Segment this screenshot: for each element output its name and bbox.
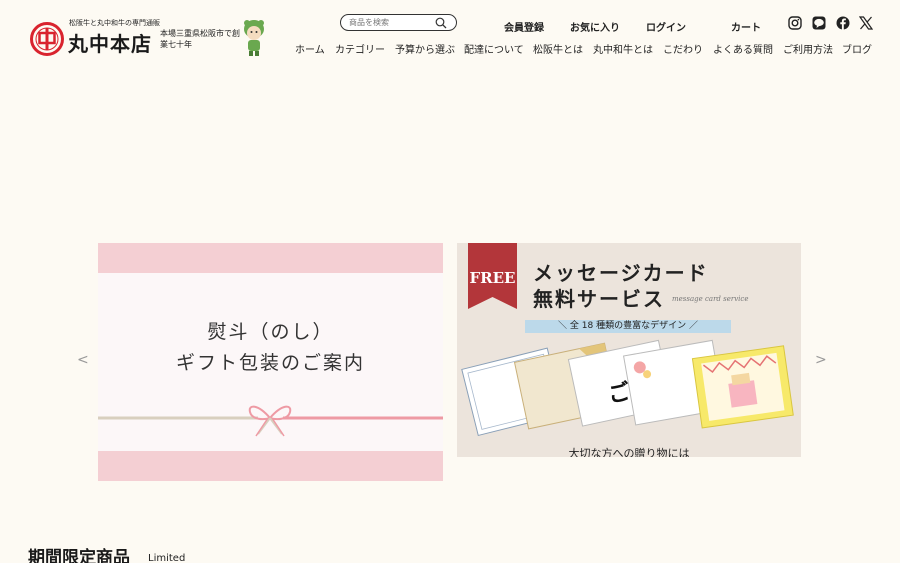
nav-home[interactable]: ホーム: [295, 41, 325, 56]
mascot-icon: [244, 20, 264, 56]
mizuhiki-ribbon-icon: [98, 405, 443, 437]
logo-tagline: 松阪牛と丸中和牛の専門通販: [69, 19, 160, 27]
noshi-title: 熨斗（のし）: [207, 321, 334, 343]
free-service-title: 無料サービス: [533, 287, 665, 311]
gift-wrap-title: ギフト包装のご案内: [175, 352, 365, 374]
banner-band-bottom: [98, 451, 443, 481]
script-subtitle: message card service: [672, 295, 749, 303]
register-link[interactable]: 会員登録: [504, 19, 544, 34]
banner-band-top: [98, 243, 443, 273]
nav-blog[interactable]: ブログ: [842, 41, 872, 56]
slide-noshi-banner[interactable]: 熨斗（のし） ギフト包装のご案内: [98, 243, 443, 481]
x-icon[interactable]: [859, 16, 873, 30]
slide-message-card-banner[interactable]: FREE メッセージカード 無料サービス message card servic…: [457, 243, 801, 457]
search-box[interactable]: [340, 14, 457, 31]
carousel-prev-button[interactable]: <: [77, 352, 89, 368]
nav-guide[interactable]: ご利用方法: [783, 41, 833, 56]
line-icon[interactable]: [812, 16, 826, 30]
message-cards-illustration: ご祝: [461, 339, 794, 437]
site-logo[interactable]: 松阪牛と丸中和牛の専門通販 丸中本店 本場三重県松阪市で創業七十年: [30, 18, 240, 58]
search-icon[interactable]: [435, 17, 447, 29]
instagram-icon[interactable]: [788, 16, 802, 30]
design-count-text: ＼ 全 18 種類の豊富なデザイン ／: [558, 321, 698, 331]
shop-name: 丸中本店: [68, 32, 152, 56]
facebook-icon[interactable]: [836, 16, 850, 30]
gift-caption: 大切な方への贈り物には: [568, 447, 690, 457]
free-label: FREE: [469, 269, 516, 287]
login-link[interactable]: ログイン: [646, 19, 686, 34]
carousel-next-button[interactable]: >: [815, 352, 827, 368]
logo-seal-icon: [30, 22, 64, 56]
nav-faq[interactable]: よくある質問: [713, 41, 773, 56]
nav-category[interactable]: カテゴリー: [335, 41, 385, 56]
nav-budget[interactable]: 予算から選ぶ: [395, 41, 455, 56]
search-input[interactable]: [349, 16, 434, 29]
message-card-title: メッセージカード: [533, 261, 709, 285]
nav-matsusaka[interactable]: 松阪牛とは: [533, 41, 583, 56]
cart-link[interactable]: カート: [731, 19, 761, 34]
logo-subtitle: 本場三重県松阪市で創業七十年: [160, 29, 240, 49]
nav-delivery[interactable]: 配達について: [464, 41, 524, 56]
favorites-link[interactable]: お気に入り: [570, 19, 620, 34]
nav-kodawari[interactable]: こだわり: [663, 41, 703, 56]
section-subtitle: Limited: [148, 553, 186, 563]
nav-marunaka[interactable]: 丸中和牛とは: [593, 41, 653, 56]
section-title: 期間限定商品: [28, 548, 130, 563]
